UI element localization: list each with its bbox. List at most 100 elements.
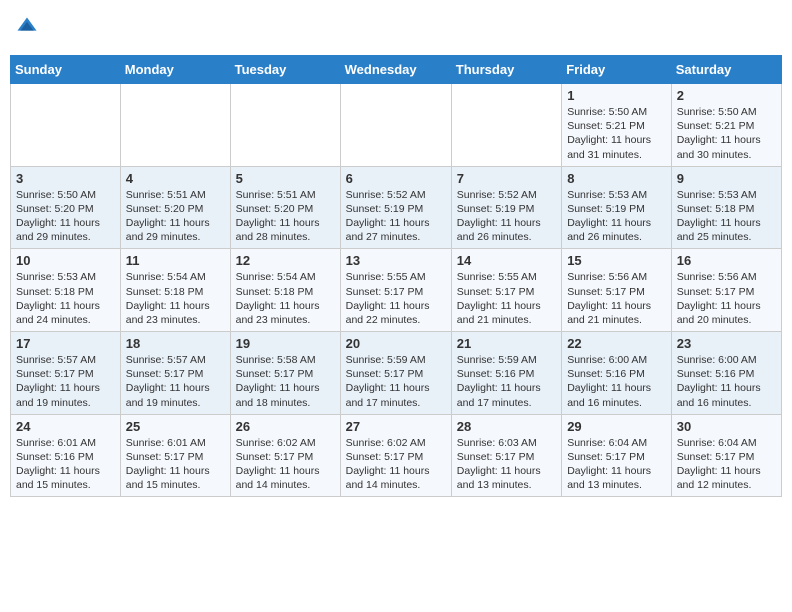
day-info: Sunrise: 5:52 AM Sunset: 5:19 PM Dayligh… bbox=[457, 188, 556, 245]
day-number: 21 bbox=[457, 336, 556, 351]
day-info: Sunrise: 5:54 AM Sunset: 5:18 PM Dayligh… bbox=[236, 270, 335, 327]
calendar-cell bbox=[11, 84, 121, 167]
calendar-cell: 14 Sunrise: 5:55 AM Sunset: 5:17 PM Dayli… bbox=[451, 249, 561, 332]
day-number: 6 bbox=[346, 171, 446, 186]
header bbox=[10, 10, 782, 49]
calendar-cell bbox=[230, 84, 340, 167]
weekday-tuesday: Tuesday bbox=[230, 56, 340, 84]
weekday-saturday: Saturday bbox=[671, 56, 781, 84]
day-number: 7 bbox=[457, 171, 556, 186]
day-number: 29 bbox=[567, 419, 666, 434]
page-container: SundayMondayTuesdayWednesdayThursdayFrid… bbox=[10, 10, 782, 497]
day-number: 8 bbox=[567, 171, 666, 186]
day-number: 2 bbox=[677, 88, 776, 103]
weekday-thursday: Thursday bbox=[451, 56, 561, 84]
day-info: Sunrise: 6:01 AM Sunset: 5:16 PM Dayligh… bbox=[16, 436, 115, 493]
day-number: 17 bbox=[16, 336, 115, 351]
day-number: 13 bbox=[346, 253, 446, 268]
calendar-cell: 29 Sunrise: 6:04 AM Sunset: 5:17 PM Dayli… bbox=[562, 414, 672, 497]
day-info: Sunrise: 5:54 AM Sunset: 5:18 PM Dayligh… bbox=[126, 270, 225, 327]
day-info: Sunrise: 5:50 AM Sunset: 5:21 PM Dayligh… bbox=[567, 105, 666, 162]
calendar-cell: 21 Sunrise: 5:59 AM Sunset: 5:16 PM Dayli… bbox=[451, 332, 561, 415]
day-number: 20 bbox=[346, 336, 446, 351]
day-number: 28 bbox=[457, 419, 556, 434]
calendar-cell: 17 Sunrise: 5:57 AM Sunset: 5:17 PM Dayli… bbox=[11, 332, 121, 415]
day-number: 11 bbox=[126, 253, 225, 268]
day-info: Sunrise: 5:59 AM Sunset: 5:17 PM Dayligh… bbox=[346, 353, 446, 410]
day-info: Sunrise: 5:53 AM Sunset: 5:19 PM Dayligh… bbox=[567, 188, 666, 245]
day-info: Sunrise: 6:04 AM Sunset: 5:17 PM Dayligh… bbox=[677, 436, 776, 493]
day-info: Sunrise: 5:58 AM Sunset: 5:17 PM Dayligh… bbox=[236, 353, 335, 410]
calendar-cell bbox=[451, 84, 561, 167]
calendar-cell: 13 Sunrise: 5:55 AM Sunset: 5:17 PM Dayli… bbox=[340, 249, 451, 332]
calendar-cell: 5 Sunrise: 5:51 AM Sunset: 5:20 PM Daylig… bbox=[230, 166, 340, 249]
calendar-week-3: 17 Sunrise: 5:57 AM Sunset: 5:17 PM Dayli… bbox=[11, 332, 782, 415]
calendar-cell: 3 Sunrise: 5:50 AM Sunset: 5:20 PM Daylig… bbox=[11, 166, 121, 249]
day-info: Sunrise: 5:56 AM Sunset: 5:17 PM Dayligh… bbox=[677, 270, 776, 327]
calendar-cell: 18Sunrise: 5:57 AM Sunset: 5:17 PM Dayli… bbox=[120, 332, 230, 415]
day-number: 3 bbox=[16, 171, 115, 186]
calendar-cell: 16 Sunrise: 5:56 AM Sunset: 5:17 PM Dayli… bbox=[671, 249, 781, 332]
day-number: 9 bbox=[677, 171, 776, 186]
calendar-cell: 22 Sunrise: 6:00 AM Sunset: 5:16 PM Dayli… bbox=[562, 332, 672, 415]
day-number: 25 bbox=[126, 419, 225, 434]
logo-icon bbox=[16, 16, 38, 38]
calendar-cell: 9 Sunrise: 5:53 AM Sunset: 5:18 PM Daylig… bbox=[671, 166, 781, 249]
day-info: Sunrise: 6:03 AM Sunset: 5:17 PM Dayligh… bbox=[457, 436, 556, 493]
calendar-cell: 24 Sunrise: 6:01 AM Sunset: 5:16 PM Dayli… bbox=[11, 414, 121, 497]
day-info: Sunrise: 6:04 AM Sunset: 5:17 PM Dayligh… bbox=[567, 436, 666, 493]
calendar-cell: 30Sunrise: 6:04 AM Sunset: 5:17 PM Dayli… bbox=[671, 414, 781, 497]
day-number: 1 bbox=[567, 88, 666, 103]
calendar-week-1: 3 Sunrise: 5:50 AM Sunset: 5:20 PM Daylig… bbox=[11, 166, 782, 249]
day-info: Sunrise: 6:02 AM Sunset: 5:17 PM Dayligh… bbox=[346, 436, 446, 493]
calendar-cell: 10 Sunrise: 5:53 AM Sunset: 5:18 PM Dayli… bbox=[11, 249, 121, 332]
calendar-cell bbox=[120, 84, 230, 167]
day-info: Sunrise: 5:51 AM Sunset: 5:20 PM Dayligh… bbox=[126, 188, 225, 245]
day-number: 15 bbox=[567, 253, 666, 268]
day-number: 22 bbox=[567, 336, 666, 351]
day-info: Sunrise: 5:51 AM Sunset: 5:20 PM Dayligh… bbox=[236, 188, 335, 245]
day-info: Sunrise: 6:00 AM Sunset: 5:16 PM Dayligh… bbox=[677, 353, 776, 410]
calendar-cell: 4Sunrise: 5:51 AM Sunset: 5:20 PM Daylig… bbox=[120, 166, 230, 249]
calendar-week-2: 10 Sunrise: 5:53 AM Sunset: 5:18 PM Dayli… bbox=[11, 249, 782, 332]
weekday-monday: Monday bbox=[120, 56, 230, 84]
day-info: Sunrise: 5:59 AM Sunset: 5:16 PM Dayligh… bbox=[457, 353, 556, 410]
day-number: 26 bbox=[236, 419, 335, 434]
day-info: Sunrise: 6:00 AM Sunset: 5:16 PM Dayligh… bbox=[567, 353, 666, 410]
day-number: 10 bbox=[16, 253, 115, 268]
day-number: 23 bbox=[677, 336, 776, 351]
day-number: 24 bbox=[16, 419, 115, 434]
day-info: Sunrise: 5:50 AM Sunset: 5:21 PM Dayligh… bbox=[677, 105, 776, 162]
day-info: Sunrise: 5:52 AM Sunset: 5:19 PM Dayligh… bbox=[346, 188, 446, 245]
day-info: Sunrise: 5:55 AM Sunset: 5:17 PM Dayligh… bbox=[457, 270, 556, 327]
calendar-cell: 20 Sunrise: 5:59 AM Sunset: 5:17 PM Dayli… bbox=[340, 332, 451, 415]
calendar-cell: 8 Sunrise: 5:53 AM Sunset: 5:19 PM Daylig… bbox=[562, 166, 672, 249]
logo bbox=[14, 16, 42, 43]
calendar-week-4: 24 Sunrise: 6:01 AM Sunset: 5:16 PM Dayli… bbox=[11, 414, 782, 497]
day-number: 14 bbox=[457, 253, 556, 268]
calendar-cell: 7 Sunrise: 5:52 AM Sunset: 5:19 PM Daylig… bbox=[451, 166, 561, 249]
weekday-wednesday: Wednesday bbox=[340, 56, 451, 84]
calendar-cell bbox=[340, 84, 451, 167]
day-number: 27 bbox=[346, 419, 446, 434]
day-info: Sunrise: 5:55 AM Sunset: 5:17 PM Dayligh… bbox=[346, 270, 446, 327]
day-number: 19 bbox=[236, 336, 335, 351]
day-info: Sunrise: 5:57 AM Sunset: 5:17 PM Dayligh… bbox=[16, 353, 115, 410]
calendar-cell: 12Sunrise: 5:54 AM Sunset: 5:18 PM Dayli… bbox=[230, 249, 340, 332]
calendar: SundayMondayTuesdayWednesdayThursdayFrid… bbox=[10, 55, 782, 497]
weekday-sunday: Sunday bbox=[11, 56, 121, 84]
calendar-cell: 26 Sunrise: 6:02 AM Sunset: 5:17 PM Dayli… bbox=[230, 414, 340, 497]
day-number: 5 bbox=[236, 171, 335, 186]
calendar-week-0: 1 Sunrise: 5:50 AM Sunset: 5:21 PM Daylig… bbox=[11, 84, 782, 167]
calendar-cell: 28 Sunrise: 6:03 AM Sunset: 5:17 PM Dayli… bbox=[451, 414, 561, 497]
day-info: Sunrise: 5:53 AM Sunset: 5:18 PM Dayligh… bbox=[16, 270, 115, 327]
day-number: 18 bbox=[126, 336, 225, 351]
day-info: Sunrise: 5:56 AM Sunset: 5:17 PM Dayligh… bbox=[567, 270, 666, 327]
weekday-header-row: SundayMondayTuesdayWednesdayThursdayFrid… bbox=[11, 56, 782, 84]
day-info: Sunrise: 6:02 AM Sunset: 5:17 PM Dayligh… bbox=[236, 436, 335, 493]
day-info: Sunrise: 5:53 AM Sunset: 5:18 PM Dayligh… bbox=[677, 188, 776, 245]
day-info: Sunrise: 6:01 AM Sunset: 5:17 PM Dayligh… bbox=[126, 436, 225, 493]
day-number: 16 bbox=[677, 253, 776, 268]
calendar-cell: 27 Sunrise: 6:02 AM Sunset: 5:17 PM Dayli… bbox=[340, 414, 451, 497]
day-info: Sunrise: 5:50 AM Sunset: 5:20 PM Dayligh… bbox=[16, 188, 115, 245]
